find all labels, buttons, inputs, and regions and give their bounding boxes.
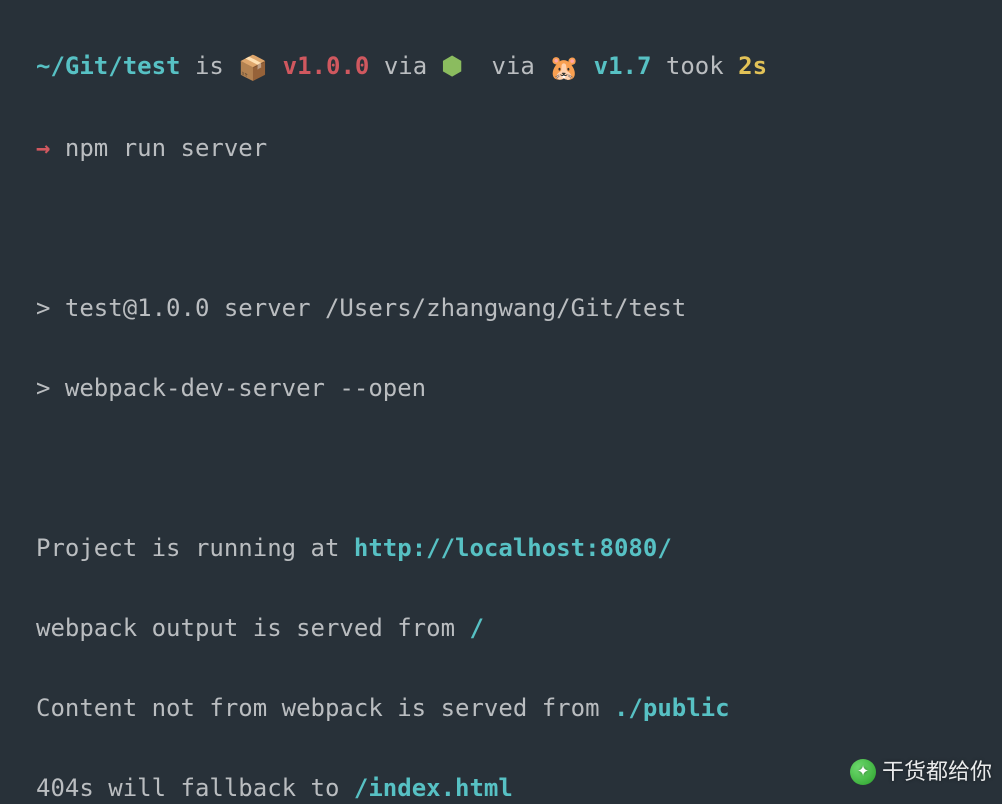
hamster-icon: 🐹 [549, 48, 579, 88]
terminal-output: ~/Git/test is 📦 v1.0.0 via ⬢ via 🐹 v1.7 … [0, 0, 1002, 804]
typed-command: npm run server [65, 134, 267, 162]
prompt-line: ~/Git/test is 📦 v1.0.0 via ⬢ via 🐹 v1.7 … [36, 46, 1002, 88]
watermark: ✦ 干货都给你 [850, 752, 992, 792]
package-icon: 📦 [238, 48, 268, 88]
served-from-line: webpack output is served from / [36, 608, 1002, 648]
wechat-icon: ✦ [850, 759, 876, 785]
command-line[interactable]: → npm run server [36, 128, 1002, 168]
watermark-text: 干货都给你 [882, 752, 992, 792]
prompt-took: 2s [738, 52, 767, 80]
npm-echo-1: > test@1.0.0 server /Users/zhangwang/Git… [36, 288, 1002, 328]
go-version: v1.7 [594, 52, 652, 80]
prompt-path: ~/Git/test [36, 52, 181, 80]
server-url: http://localhost:8080/ [354, 534, 672, 562]
running-line: Project is running at http://localhost:8… [36, 528, 1002, 568]
npm-echo-2: > webpack-dev-server --open [36, 368, 1002, 408]
content-from-line: Content not from webpack is served from … [36, 688, 1002, 728]
prompt-arrow-icon: → [36, 134, 50, 162]
prompt-version: v1.0.0 [283, 52, 370, 80]
